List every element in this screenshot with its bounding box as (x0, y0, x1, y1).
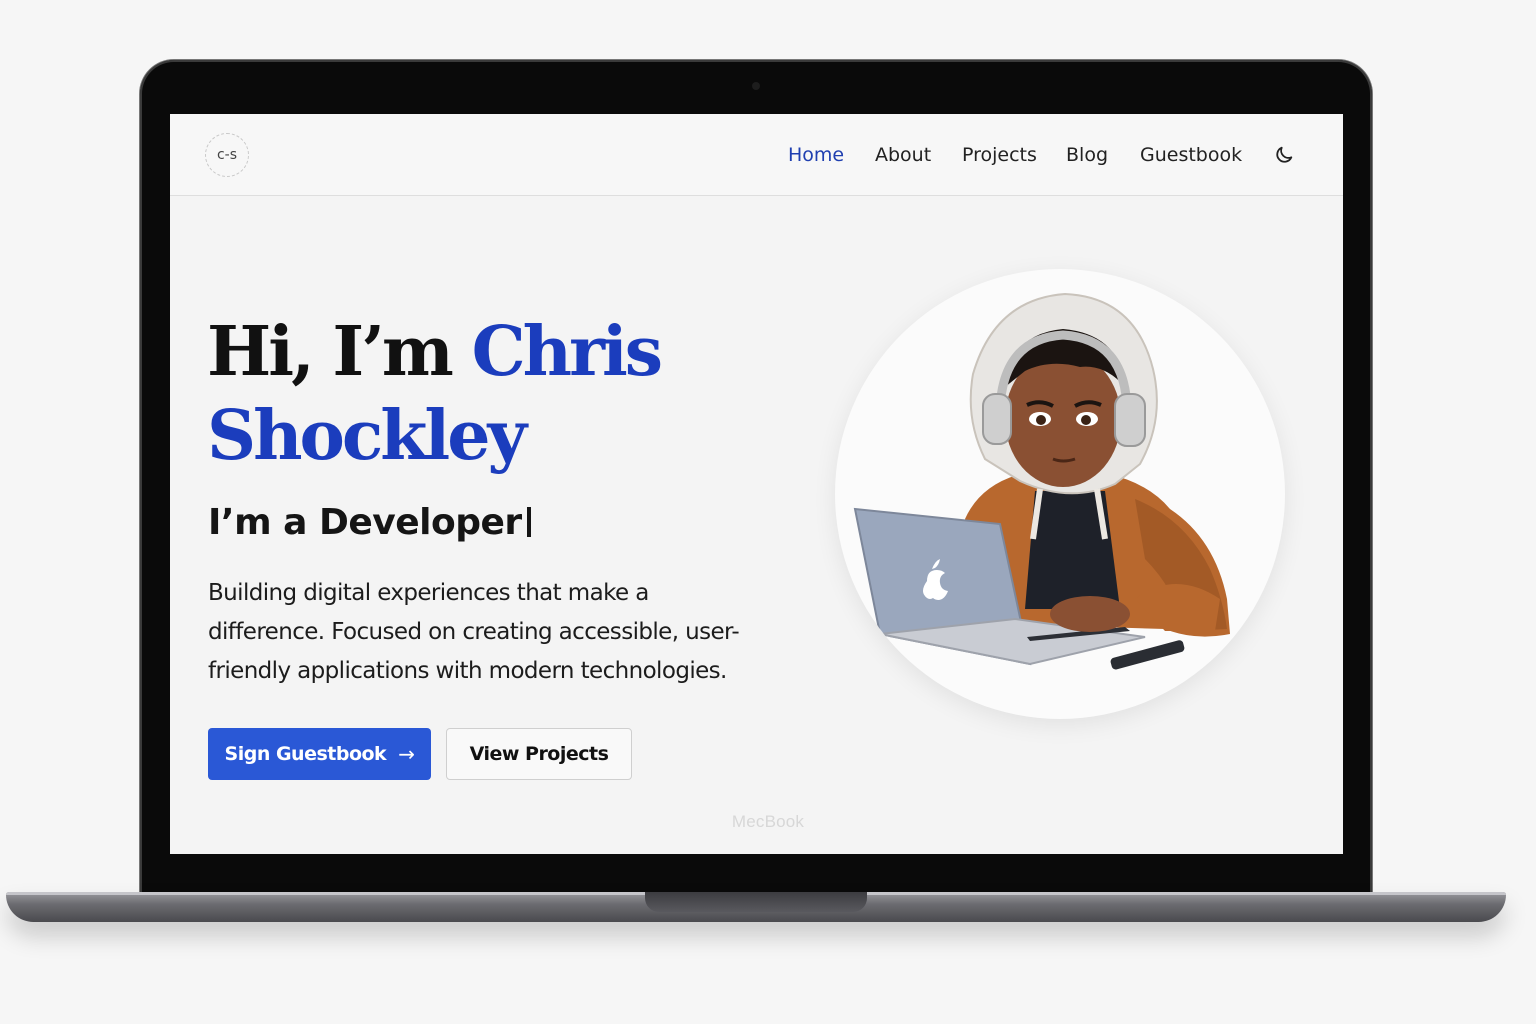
nav-guestbook[interactable]: Guestbook (1140, 144, 1242, 166)
sign-guestbook-button[interactable]: Sign Guestbook → (208, 728, 431, 780)
nav-about[interactable]: About (875, 144, 931, 166)
laptop-notch (645, 892, 867, 912)
hero-greeting: Hi, I’m (207, 312, 454, 392)
view-projects-label: View Projects (469, 743, 609, 765)
moon-icon[interactable] (1273, 144, 1295, 166)
laptop-lid: c-s Home About Projects Blog Guestbook H… (140, 60, 1372, 900)
site-header: c-s Home About Projects Blog Guestbook (170, 114, 1343, 196)
nav-home[interactable]: Home (788, 144, 844, 166)
device-brand-label: MecBook (731, 812, 805, 831)
hero-role: I’m a Developer (208, 502, 531, 543)
tagline-line: friendly applications with modern techno… (208, 658, 727, 684)
nav-blog[interactable]: Blog (1066, 144, 1108, 166)
hero-last-name: Shockley (207, 396, 527, 476)
hero-heading: Hi, I’m Chris Shockley (207, 310, 664, 478)
camera-icon (752, 82, 760, 90)
role-text: I’m a Developer (208, 502, 522, 543)
site-logo[interactable]: c-s (205, 133, 249, 177)
tagline-line: difference. Focused on creating accessib… (208, 619, 740, 645)
view-projects-button[interactable]: View Projects (446, 728, 632, 780)
avatar (835, 269, 1285, 719)
browser-screen: c-s Home About Projects Blog Guestbook H… (170, 114, 1343, 854)
hero-first-name: Chris (471, 312, 664, 392)
arrow-right-icon: → (398, 742, 415, 766)
nav-projects[interactable]: Projects (962, 144, 1037, 166)
developer-avatar-illustration (853, 292, 1230, 670)
tagline-line: Building digital experiences that make a (208, 580, 649, 606)
typing-cursor (526, 507, 531, 537)
sign-guestbook-label: Sign Guestbook (224, 743, 387, 765)
hero-tagline: Building digital experiences that make a… (208, 574, 748, 691)
